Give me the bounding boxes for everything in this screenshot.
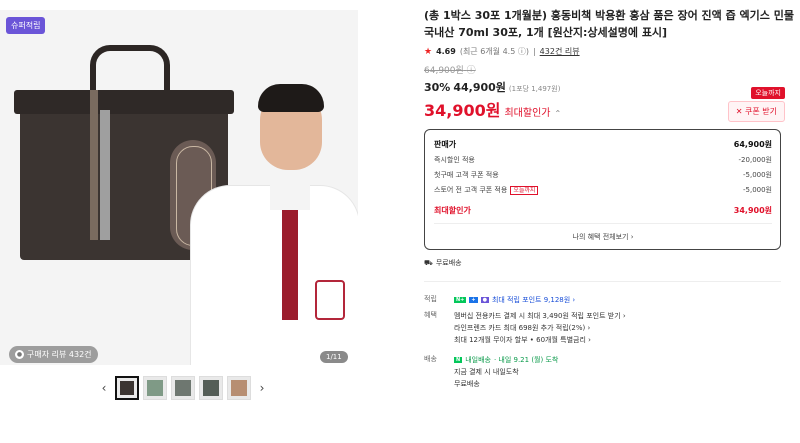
today-only-tag: 오늘까지 xyxy=(751,87,785,99)
info-icon: ⓘ xyxy=(517,47,526,56)
thumbnail-2[interactable] xyxy=(143,376,167,400)
product-title: (총 1박스 30포 1개월분) 홍동비책 박용환 홍삼 품은 장어 진액 즙 … xyxy=(424,9,794,39)
tassel-silver xyxy=(100,110,110,240)
coupon-area: 오늘까지 ✕ 쿠폰 받기 xyxy=(727,80,785,122)
truck-icon: ⛟ xyxy=(424,258,433,267)
coupon-button[interactable]: ✕ 쿠폰 받기 xyxy=(727,101,785,122)
breakdown-row: 스토어 전 고객 쿠폰 적용 오늘까지 -5,000원 xyxy=(434,185,772,195)
prev-arrow-icon[interactable]: ‹ xyxy=(97,381,111,395)
perk-item[interactable]: 최대 12개월 무이자 할부 • 60개월 특별금리 › xyxy=(454,334,626,346)
points-section: 적립 N+ + ● 최대 적립 포인트 9,128원 › xyxy=(424,294,576,306)
unit-price-note: (1포당 1,497원) xyxy=(508,85,561,93)
thumbnail-3[interactable] xyxy=(171,376,195,400)
rating-value: 4.69 xyxy=(436,47,456,56)
naver-plus-icon: N+ xyxy=(454,297,467,303)
main-product-image[interactable]: 슈퍼적립 ● 구매자 리뷰 432건 1/11 xyxy=(0,10,358,365)
perks-section: 혜택 멤버십 전용카드 결제 시 최대 3,490원 적립 포인트 받기 › 라… xyxy=(424,310,626,346)
discount-price: 44,900원 xyxy=(453,81,506,94)
delivery-row: N 내일배송 · 내일 9.21 (월) 도착 xyxy=(454,354,558,366)
price-info-icon[interactable]: ⓘ xyxy=(467,66,476,76)
review-icon: ● xyxy=(15,350,24,359)
price-breakdown-box: 판매가 64,900원 즉시할인 적용 -20,000원 첫구매 고객 쿠폰 적용 -… xyxy=(424,129,781,250)
points-badge-icon: ● xyxy=(480,297,489,303)
thumbnail-strip: ‹ › xyxy=(97,376,269,400)
original-price: 64,900원 ⓘ xyxy=(424,66,476,76)
delivery-note: 지금 결제 시 내일도착 xyxy=(454,368,519,376)
chest-logo xyxy=(315,280,345,320)
breakdown-max-row: 최대할인가 34,900원 xyxy=(434,205,772,215)
product-info: (총 1박스 30포 1개월분) 홍동비책 박용환 홍삼 품은 장어 진액 즙 … xyxy=(424,0,794,390)
perk-item[interactable]: 멤버십 전용카드 결제 시 최대 3,490원 적립 포인트 받기 › xyxy=(454,310,626,322)
thumbnail-4[interactable] xyxy=(199,376,223,400)
coupon-icon: ✕ xyxy=(735,107,743,116)
thumbnail-1[interactable] xyxy=(115,376,139,400)
box-handle xyxy=(90,45,170,95)
review-count-link[interactable]: 432건 리뷰 xyxy=(540,46,580,57)
delivery-section: 배송 N 내일배송 · 내일 9.21 (월) 도착 지금 결제 시 내일도착 … xyxy=(424,354,559,388)
thumbnail-5[interactable] xyxy=(227,376,251,400)
max-discount-price: 34,900원 xyxy=(424,101,501,120)
person-collar xyxy=(270,175,310,210)
tassel-dark xyxy=(90,90,98,240)
free-shipping-label: 무료배송 xyxy=(435,259,462,267)
image-counter: 1/11 xyxy=(320,351,348,363)
max-discount-label: 최대할인가 xyxy=(504,108,551,119)
breakdown-row: 첫구매 고객 쿠폰 적용 -5,000원 xyxy=(434,170,772,179)
product-gallery: 슈퍼적립 ● 구매자 리뷰 432건 1/11 ‹ › xyxy=(0,0,360,443)
star-icon: ★ xyxy=(424,46,433,57)
review-chip-label: 구매자 리뷰 432건 xyxy=(27,350,92,359)
my-benefits-link[interactable]: 나의 혜택 전체보기 › xyxy=(434,223,772,249)
rating-row: ★ 4.69 (최근 6개월 4.5 ⓘ) | 432건 리뷰 xyxy=(424,46,580,57)
person-coat xyxy=(190,185,358,365)
buyer-review-chip[interactable]: ● 구매자 리뷰 432건 xyxy=(9,346,98,363)
next-arrow-icon[interactable]: › xyxy=(255,381,269,395)
breakdown-row: 판매가 64,900원 xyxy=(434,139,772,149)
discount-percent: 30% xyxy=(424,81,451,94)
delivery-date: · 내일 9.21 (월) 도착 xyxy=(493,356,559,364)
today-only-tag: 오늘까지 xyxy=(510,185,539,195)
max-points-link[interactable]: N+ + ● 최대 적립 포인트 9,128원 › xyxy=(454,294,575,306)
perk-item[interactable]: 라인프렌즈 카드 최대 698원 추가 적립(2%) › xyxy=(454,322,626,334)
breakdown-row: 즉시할인 적용 -20,000원 xyxy=(434,155,772,164)
person-tie xyxy=(282,210,298,320)
naver-delivery-icon: N xyxy=(454,357,463,363)
delivery-note: 무료배송 xyxy=(454,380,480,388)
box-lid xyxy=(14,90,234,114)
divider xyxy=(424,281,781,282)
super-points-badge: 슈퍼적립 xyxy=(6,17,46,34)
free-shipping-row: ⛟ 무료배송 xyxy=(424,258,794,268)
person-hair xyxy=(258,84,324,112)
delivery-badge: 내일배송 xyxy=(465,356,491,364)
rating-note: (최근 6개월 4.5 ⓘ) xyxy=(459,47,529,56)
chevron-up-icon[interactable]: ⌃ xyxy=(554,109,561,118)
card-icon: + xyxy=(469,297,478,303)
